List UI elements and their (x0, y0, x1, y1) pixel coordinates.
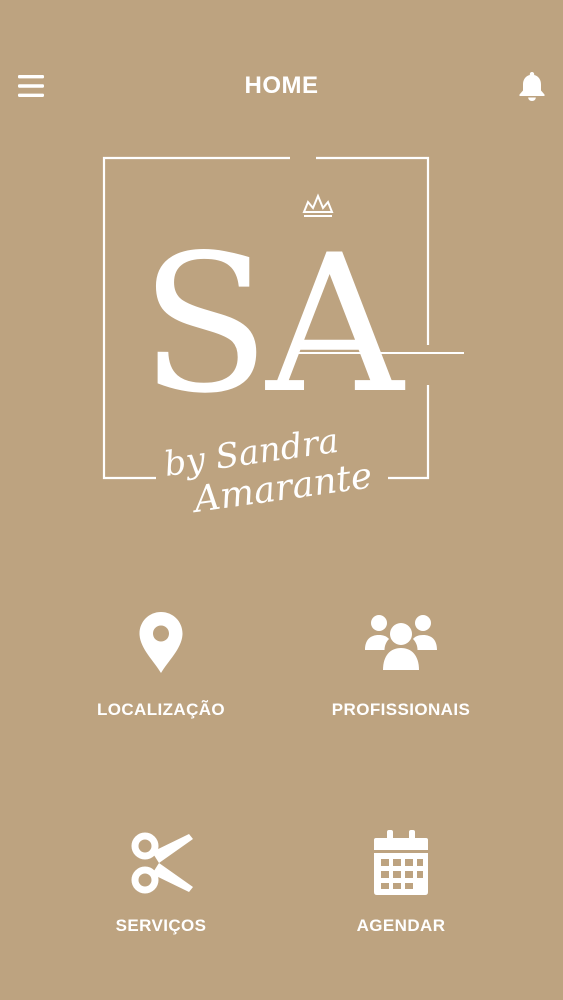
notifications-button[interactable] (517, 70, 547, 102)
page-title: HOME (244, 72, 319, 99)
users-group-icon (365, 615, 437, 670)
professionals-label: PROFISSIONAIS (331, 700, 471, 719)
services-tile[interactable]: SERVIÇOS (41, 828, 281, 988)
top-bar: HOME (0, 62, 563, 110)
location-tile[interactable]: LOCALIZAÇÃO (41, 608, 281, 768)
schedule-label: AGENDAR (356, 916, 446, 935)
app-screen: HOME SA by Sandra Amarante LOCALIZAÇÃO P… (0, 0, 563, 1000)
logo-graphic: SA by Sandra Amarante (102, 156, 464, 521)
calendar-icon (374, 830, 428, 895)
professionals-tile[interactable]: PROFISSIONAIS (281, 608, 521, 768)
services-label: SERVIÇOS (115, 916, 207, 935)
logo-monogram: SA (140, 214, 406, 435)
location-label: LOCALIZAÇÃO (96, 700, 226, 719)
schedule-tile[interactable]: AGENDAR (281, 828, 521, 988)
bell-icon (519, 72, 545, 101)
location-pin-icon (139, 612, 183, 673)
scissors-icon (131, 832, 193, 894)
brand-logo: SA by Sandra Amarante (96, 150, 476, 530)
